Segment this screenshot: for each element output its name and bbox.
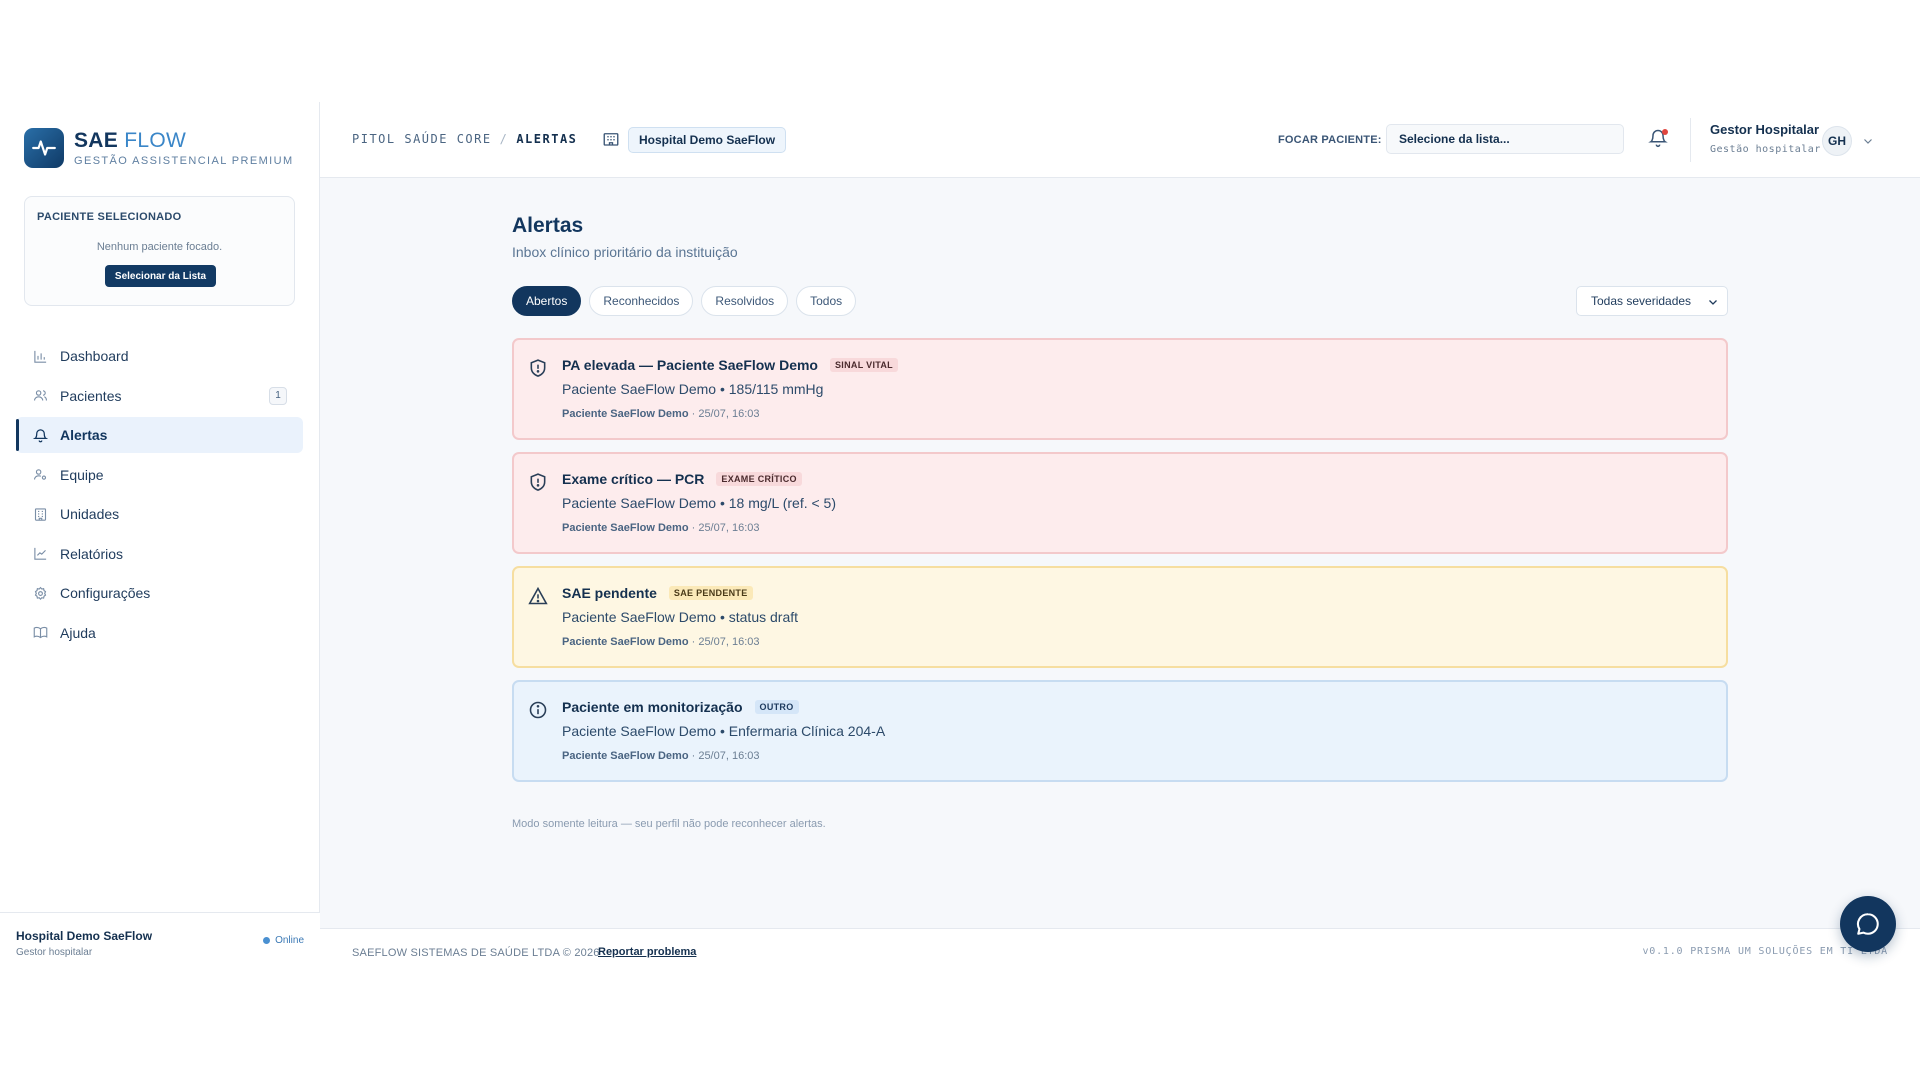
hospital-role: Gestor hospitalar xyxy=(16,947,93,958)
focus-patient-select[interactable]: Selecione da lista... xyxy=(1386,124,1624,154)
sidebar-item-unidades[interactable]: Unidades xyxy=(16,496,303,532)
warning-triangle-icon xyxy=(528,586,548,606)
sidebar-item-equipe[interactable]: Equipe xyxy=(16,457,303,493)
sidebar-item-relatorios[interactable]: Relatórios xyxy=(16,536,303,572)
alert-description: Paciente SaeFlow Demo • 18 mg/L (ref. < … xyxy=(562,495,837,511)
tab-resolvidos[interactable]: Resolvidos xyxy=(701,286,789,316)
bell-icon xyxy=(32,427,48,443)
breadcrumb-separator: / xyxy=(499,132,509,146)
chat-button[interactable] xyxy=(1840,896,1896,952)
alert-meta: Paciente SaeFlow Demo · 25/07, 16:03 xyxy=(562,408,760,420)
chevron-down-icon xyxy=(1707,296,1719,308)
alert-description: Paciente SaeFlow Demo • status draft xyxy=(562,609,799,625)
alert-description: Paciente SaeFlow Demo • 185/115 mmHg xyxy=(562,381,824,397)
sidebar-item-label: Unidades xyxy=(60,506,120,522)
online-status: Online xyxy=(263,935,304,946)
sidebar-item-label: Alertas xyxy=(60,427,108,443)
page-footer: SAEFLOW SISTEMAS DE SAÚDE LTDA © 2026 Re… xyxy=(320,928,1920,976)
user-gear-icon xyxy=(32,467,48,483)
report-problem-link[interactable]: Reportar problema xyxy=(598,946,696,958)
alert-title: PA elevada — Paciente SaeFlow Demo xyxy=(562,357,818,373)
alert-card[interactable]: Paciente em monitorização OUTRO Paciente … xyxy=(512,680,1728,782)
avatar[interactable]: GH xyxy=(1822,126,1852,156)
alert-title: Paciente em monitorização xyxy=(562,699,743,715)
sidebar-item-dashboard[interactable]: Dashboard xyxy=(16,338,303,374)
severity-filter-select[interactable]: Todas severidades xyxy=(1576,286,1728,316)
brand-subtitle: GESTÃO ASSISTENCIAL PREMIUM xyxy=(74,154,294,167)
breadcrumb-current: ALERTAS xyxy=(516,132,578,146)
selected-patient-title: PACIENTE SELECIONADO xyxy=(37,211,182,223)
hospital-building-icon xyxy=(602,130,620,148)
alert-meta: Paciente SaeFlow Demo · 25/07, 16:03 xyxy=(562,522,760,534)
top-header: PITOL SAÚDE CORE / ALERTAS Hospital Demo… xyxy=(320,102,1920,178)
alert-description: Paciente SaeFlow Demo • Enfermaria Clíni… xyxy=(562,723,886,739)
breadcrumb: PITOL SAÚDE CORE / ALERTAS xyxy=(352,132,577,146)
notifications-button[interactable] xyxy=(1648,128,1670,150)
focus-patient-label: FOCAR PACIENTE: xyxy=(1278,134,1382,146)
sidebar-item-label: Dashboard xyxy=(60,348,129,364)
users-icon xyxy=(32,388,48,404)
sidebar-item-pacientes[interactable]: Pacientes 1 xyxy=(16,378,303,414)
tab-todos[interactable]: Todos xyxy=(796,286,857,316)
alert-title: Exame crítico — PCR xyxy=(562,471,705,487)
header-divider xyxy=(1690,118,1691,162)
alert-card[interactable]: PA elevada — Paciente SaeFlow Demo SINAL … xyxy=(512,338,1728,440)
sidebar-nav: Dashboard Pacientes 1 Alertas Equipe Uni… xyxy=(16,338,303,654)
alerts-list: PA elevada — Paciente SaeFlow Demo SINAL … xyxy=(512,338,1728,794)
patients-count-badge: 1 xyxy=(269,386,287,405)
alert-category-badge: SAE PENDENTE xyxy=(668,586,753,600)
shield-alert-icon xyxy=(528,472,548,492)
sidebar-item-label: Equipe xyxy=(60,466,104,483)
bar-chart-icon xyxy=(32,348,48,364)
no-patient-text: Nenhum paciente focado. xyxy=(96,241,223,253)
shield-alert-icon xyxy=(528,358,548,378)
app-root: SAE FLOW GESTÃO ASSISTENCIAL PREMIUM PAC… xyxy=(0,102,1920,976)
gear-icon xyxy=(32,585,48,601)
tab-reconhecidos[interactable]: Reconhecidos xyxy=(589,286,694,316)
readonly-notice: Modo somente leitura — seu perfil não po… xyxy=(512,818,826,830)
alert-category-badge: EXAME CRÍTICO xyxy=(716,472,802,486)
line-chart-icon xyxy=(32,546,48,562)
sidebar-item-label: Relatórios xyxy=(60,545,124,562)
tab-abertos[interactable]: Abertos xyxy=(512,286,582,316)
notification-dot xyxy=(1662,129,1668,135)
alert-category-badge: SINAL VITAL xyxy=(830,358,898,372)
alert-category-badge: OUTRO xyxy=(754,700,799,714)
sidebar-item-label: Configurações xyxy=(60,585,151,601)
copyright-text: SAEFLOW SISTEMAS DE SAÚDE LTDA © 2026 xyxy=(352,947,600,959)
sidebar-footer: Hospital Demo SaeFlow Gestor hospitalar … xyxy=(0,912,320,976)
breadcrumb-root[interactable]: PITOL SAÚDE CORE xyxy=(352,132,492,146)
alert-status-tabs: Abertos Reconhecidos Resolvidos Todos xyxy=(512,286,864,316)
brand-title: SAE FLOW xyxy=(74,128,187,152)
sidebar-item-alertas[interactable]: Alertas xyxy=(16,417,303,453)
chat-bubble-icon xyxy=(1857,913,1879,935)
user-role: Gestão hospitalar xyxy=(1710,144,1821,155)
brand-logo[interactable]: SAE FLOW GESTÃO ASSISTENCIAL PREMIUM xyxy=(24,128,294,168)
status-dot-icon xyxy=(263,937,271,944)
select-from-list-button[interactable]: Selecionar da Lista xyxy=(105,265,216,287)
user-name: Gestor Hospitalar xyxy=(1710,122,1820,137)
alert-title: SAE pendente xyxy=(562,585,657,601)
sidebar-item-configuracoes[interactable]: Configurações xyxy=(16,575,303,611)
selected-patient-card: PACIENTE SELECIONADO Nenhum paciente foc… xyxy=(24,196,295,306)
sidebar-item-label: Pacientes xyxy=(60,387,122,404)
alerts-page: Alertas Inbox clínico prioritário da ins… xyxy=(512,214,1728,830)
alert-card[interactable]: SAE pendente SAE PENDENTE Paciente SaeFlo… xyxy=(512,566,1728,668)
book-icon xyxy=(32,625,48,641)
version-text: v0.1.0 PRISMA UM SOLUÇÕES EM TI LTDA xyxy=(1642,946,1888,957)
sidebar: SAE FLOW GESTÃO ASSISTENCIAL PREMIUM PAC… xyxy=(0,102,320,976)
info-circle-icon xyxy=(528,700,548,720)
alert-meta: Paciente SaeFlow Demo · 25/07, 16:03 xyxy=(562,750,760,762)
alert-meta: Paciente SaeFlow Demo · 25/07, 16:03 xyxy=(562,636,760,648)
sidebar-item-label: Ajuda xyxy=(60,624,96,641)
hospital-selector-chip[interactable]: Hospital Demo SaeFlow xyxy=(628,127,787,153)
chevron-down-icon[interactable] xyxy=(1862,134,1874,146)
pulse-icon xyxy=(24,128,64,168)
alert-card[interactable]: Exame crítico — PCR EXAME CRÍTICO Pacient… xyxy=(512,452,1728,554)
page-subtitle: Inbox clínico prioritário da instituição xyxy=(512,244,738,260)
hospital-name: Hospital Demo SaeFlow xyxy=(16,929,153,943)
sidebar-item-ajuda[interactable]: Ajuda xyxy=(16,615,303,651)
building-icon xyxy=(32,506,48,522)
page-title: Alertas xyxy=(512,214,584,237)
